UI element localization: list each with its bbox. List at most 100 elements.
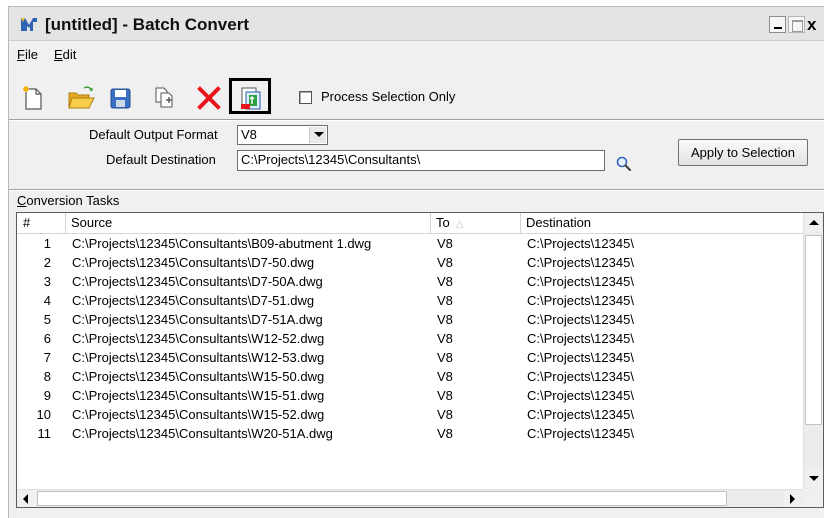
row-destination: C:\Projects\12345\ bbox=[527, 407, 634, 422]
process-button[interactable] bbox=[229, 78, 271, 114]
vertical-scrollbar[interactable] bbox=[803, 213, 823, 489]
row-destination: C:\Projects\12345\ bbox=[527, 350, 634, 365]
vertical-scroll-thumb[interactable] bbox=[805, 235, 822, 425]
row-source: C:\Projects\12345\Consultants\W12-52.dwg bbox=[72, 331, 325, 346]
save-button[interactable] bbox=[106, 81, 136, 113]
scroll-up-arrow-icon[interactable] bbox=[805, 214, 822, 232]
toolbar: Process Selection Only bbox=[9, 78, 824, 115]
separator bbox=[9, 119, 824, 121]
scroll-right-arrow-icon[interactable] bbox=[783, 490, 801, 507]
add-files-button[interactable] bbox=[151, 81, 181, 113]
menu-edit[interactable]: Edit bbox=[54, 47, 76, 62]
batch-convert-window: [untitled] - Batch Convert x File Edit P… bbox=[8, 6, 824, 518]
minimize-button[interactable] bbox=[769, 16, 786, 33]
row-to-format: V8 bbox=[437, 312, 453, 327]
default-output-format-label: Default Output Format bbox=[89, 127, 218, 142]
close-button[interactable]: x bbox=[807, 16, 824, 33]
default-destination-field[interactable]: C:\Projects\12345\Consultants\ bbox=[237, 150, 605, 171]
row-to-format: V8 bbox=[437, 255, 453, 270]
row-destination: C:\Projects\12345\ bbox=[527, 274, 634, 289]
row-number: 9 bbox=[43, 388, 51, 403]
table-row[interactable]: 2 C:\Projects\12345\Consultants\D7-50.dwg… bbox=[17, 254, 803, 273]
new-button[interactable] bbox=[19, 81, 49, 113]
row-to-format: V8 bbox=[437, 331, 453, 346]
horizontal-scrollbar[interactable] bbox=[17, 489, 823, 507]
row-source: C:\Projects\12345\Consultants\D7-51.dwg bbox=[72, 293, 315, 308]
table-row[interactable]: 7 C:\Projects\12345\Consultants\W12-53.dw… bbox=[17, 349, 803, 368]
table-row[interactable]: 8 C:\Projects\12345\Consultants\W15-50.dw… bbox=[17, 368, 803, 387]
row-destination: C:\Projects\12345\ bbox=[527, 312, 634, 327]
new-icon bbox=[23, 86, 42, 110]
conversion-tasks-list[interactable]: # Source To △ Destination 1 C:\Projects\12… bbox=[16, 212, 824, 508]
checkbox-box[interactable] bbox=[299, 91, 312, 104]
column-header-to[interactable]: To △ bbox=[431, 213, 521, 233]
row-number: 10 bbox=[36, 407, 51, 422]
microstation-icon bbox=[19, 14, 39, 34]
row-source: C:\Projects\12345\Consultants\W15-52.dwg bbox=[72, 407, 325, 422]
row-destination: C:\Projects\12345\ bbox=[527, 426, 634, 441]
table-row[interactable]: 11 C:\Projects\12345\Consultants\W20-51A.… bbox=[17, 425, 803, 444]
table-row[interactable]: 1 C:\Projects\12345\Consultants\B09-abutm… bbox=[17, 235, 803, 254]
row-destination: C:\Projects\12345\ bbox=[527, 255, 634, 270]
row-destination: C:\Projects\12345\ bbox=[527, 388, 634, 403]
default-output-format-select[interactable]: V8 bbox=[237, 125, 328, 145]
row-to-format: V8 bbox=[437, 426, 453, 441]
horizontal-scroll-thumb[interactable] bbox=[37, 491, 727, 506]
row-number: 1 bbox=[43, 236, 51, 251]
maximize-button[interactable] bbox=[788, 16, 805, 33]
row-source: C:\Projects\12345\Consultants\D7-50.dwg bbox=[72, 255, 315, 270]
row-source: C:\Projects\12345\Consultants\D7-51A.dwg bbox=[72, 312, 323, 327]
delete-icon bbox=[197, 86, 221, 110]
row-number: 7 bbox=[43, 350, 51, 365]
table-row[interactable]: 3 C:\Projects\12345\Consultants\D7-50A.dw… bbox=[17, 273, 803, 292]
chevron-down-icon[interactable] bbox=[309, 127, 326, 143]
row-to-format: V8 bbox=[437, 293, 453, 308]
process-selection-only-label: Process Selection Only bbox=[321, 89, 456, 104]
list-header: # Source To △ Destination bbox=[17, 213, 803, 234]
table-row[interactable]: 10 C:\Projects\12345\Consultants\W15-52.d… bbox=[17, 406, 803, 425]
row-to-format: V8 bbox=[437, 369, 453, 384]
table-row[interactable]: 6 C:\Projects\12345\Consultants\W12-52.dw… bbox=[17, 330, 803, 349]
open-folder-icon bbox=[68, 86, 95, 109]
title-bar[interactable]: [untitled] - Batch Convert x bbox=[9, 7, 824, 41]
row-to-format: V8 bbox=[437, 274, 453, 289]
row-destination: C:\Projects\12345\ bbox=[527, 236, 634, 251]
conversion-tasks-title: Conversion Tasks bbox=[17, 193, 120, 208]
row-source: C:\Projects\12345\Consultants\W15-50.dwg bbox=[72, 369, 325, 384]
row-number: 2 bbox=[43, 255, 51, 270]
row-source: C:\Projects\12345\Consultants\B09-abutme… bbox=[72, 236, 372, 251]
window-title: [untitled] - Batch Convert bbox=[45, 15, 249, 34]
scroll-down-arrow-icon[interactable] bbox=[805, 469, 822, 487]
column-header-to-label: To bbox=[436, 215, 450, 230]
search-icon[interactable] bbox=[615, 155, 633, 173]
default-destination-label: Default Destination bbox=[106, 152, 216, 167]
scrollbar-corner bbox=[803, 489, 823, 507]
row-source: C:\Projects\12345\Consultants\W15-51.dwg bbox=[72, 388, 325, 403]
separator bbox=[9, 189, 824, 191]
row-number: 8 bbox=[43, 369, 51, 384]
column-header-source[interactable]: Source bbox=[66, 213, 431, 233]
row-number: 3 bbox=[43, 274, 51, 289]
table-row[interactable]: 5 C:\Projects\12345\Consultants\D7-51A.dw… bbox=[17, 311, 803, 330]
table-row[interactable]: 9 C:\Projects\12345\Consultants\W15-51.dw… bbox=[17, 387, 803, 406]
row-source: C:\Projects\12345\Consultants\W12-53.dwg bbox=[72, 350, 325, 365]
column-header-destination[interactable]: Destination bbox=[521, 213, 803, 233]
scroll-left-arrow-icon[interactable] bbox=[18, 490, 36, 507]
row-destination: C:\Projects\12345\ bbox=[527, 331, 634, 346]
row-destination: C:\Projects\12345\ bbox=[527, 369, 634, 384]
row-to-format: V8 bbox=[437, 236, 453, 251]
table-row[interactable]: 4 C:\Projects\12345\Consultants\D7-51.dwg… bbox=[17, 292, 803, 311]
row-source: C:\Projects\12345\Consultants\D7-50A.dwg bbox=[72, 274, 323, 289]
close-icon: x bbox=[807, 15, 817, 34]
apply-to-selection-button[interactable]: Apply to Selection bbox=[678, 139, 808, 166]
delete-button[interactable] bbox=[194, 81, 224, 113]
row-to-format: V8 bbox=[437, 407, 453, 422]
output-format-value: V8 bbox=[241, 127, 257, 142]
row-source: C:\Projects\12345\Consultants\W20-51A.dw… bbox=[72, 426, 333, 441]
column-header-number[interactable]: # bbox=[17, 213, 66, 233]
menu-file[interactable]: File bbox=[17, 47, 38, 62]
open-button[interactable] bbox=[65, 81, 95, 113]
add-files-icon bbox=[155, 87, 173, 108]
sort-arrow-icon: △ bbox=[455, 219, 464, 230]
save-icon bbox=[110, 88, 131, 109]
